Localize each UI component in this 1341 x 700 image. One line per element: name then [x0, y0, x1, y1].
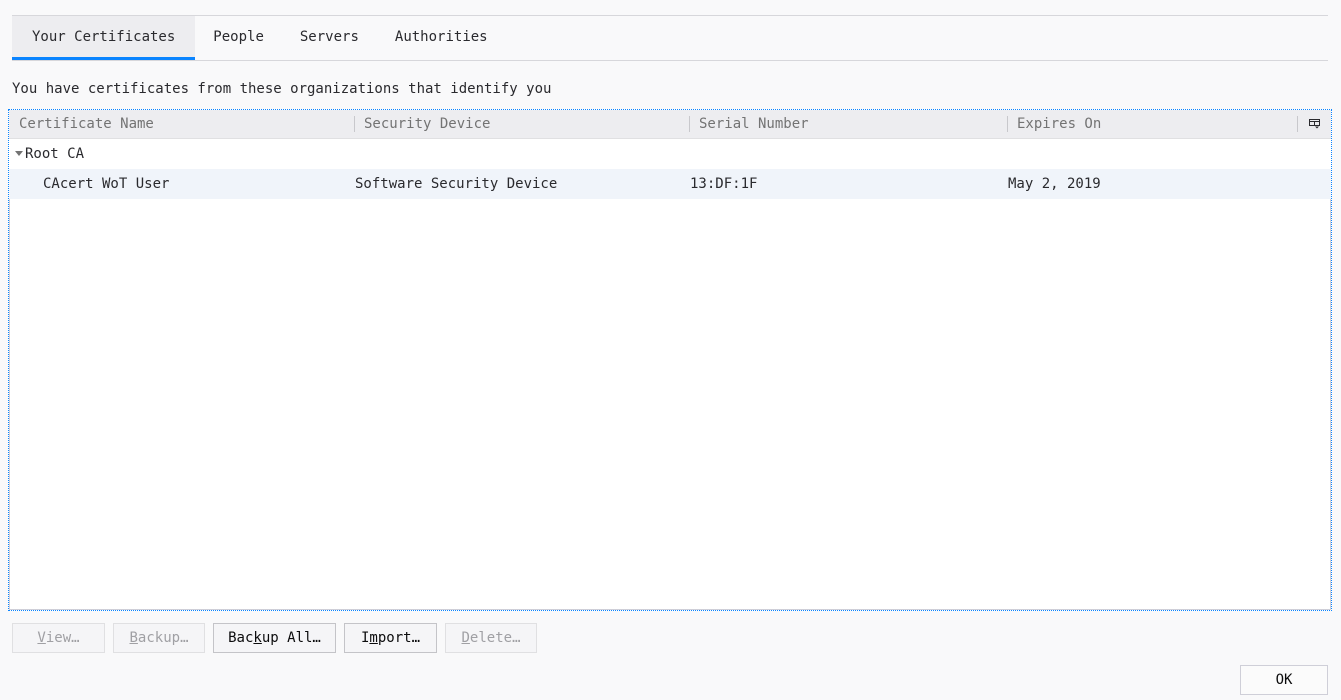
import-button[interactable]: Im port… — [344, 623, 437, 653]
delete-label-post: elete… — [469, 630, 521, 646]
cell-security-device: Software Security Device — [355, 176, 558, 192]
backup-all-accesskey: k — [253, 630, 262, 646]
group-label: Root CA — [25, 146, 85, 162]
column-picker-glyph — [1308, 119, 1320, 129]
column-header-certificate-name[interactable]: Certificate Name — [9, 110, 354, 138]
tab-your-certificates[interactable]: Your Certificates — [12, 16, 196, 60]
column-header-security-device[interactable]: Security Device — [354, 110, 689, 138]
cell-certificate-name: CAcert WoT User — [43, 176, 170, 192]
view-label-post: iew… — [45, 630, 80, 646]
tab-people[interactable]: People — [195, 16, 282, 60]
view-button[interactable]: View… — [12, 623, 105, 653]
import-label-post: port… — [377, 630, 421, 646]
tab-servers[interactable]: Servers — [282, 16, 377, 60]
backup-all-button[interactable]: Bac k up All… — [213, 623, 336, 653]
tab-bar: Your Certificates People Servers Authori… — [12, 16, 1328, 61]
cell-serial-number: 13:DF:1F — [690, 176, 758, 192]
delete-button[interactable]: Delete… — [445, 623, 537, 653]
ok-button[interactable]: OK — [1240, 665, 1328, 695]
tab-authorities[interactable]: Authorities — [377, 16, 506, 60]
cell-expires-on: May 2, 2019 — [1008, 176, 1101, 192]
delete-accesskey: D — [461, 630, 470, 646]
twisty-open-icon[interactable] — [15, 150, 23, 156]
backup-all-label-post: up All… — [261, 630, 321, 646]
tree-header: Certificate Name Security Device Serial … — [9, 110, 1331, 139]
backup-button[interactable]: Backup… — [113, 623, 205, 653]
view-accesskey: V — [37, 630, 46, 646]
import-accesskey: m — [369, 630, 378, 646]
group-cell: Root CA — [15, 139, 84, 169]
backup-label-post: ackup… — [137, 630, 189, 646]
column-header-serial-number[interactable]: Serial Number — [689, 110, 1007, 138]
column-header-expires-on[interactable]: Expires On — [1007, 110, 1297, 138]
backup-all-label-pre: Bac — [228, 630, 254, 646]
tree-group-row[interactable]: Root CA — [9, 139, 1331, 169]
import-label-pre: I — [360, 630, 370, 646]
intro-text: You have certificates from these organiz… — [12, 81, 552, 97]
certificate-tree[interactable]: Certificate Name Security Device Serial … — [8, 109, 1332, 611]
column-picker-icon[interactable] — [1297, 110, 1331, 138]
table-row[interactable]: CAcert WoT User Software Security Device… — [9, 169, 1331, 199]
backup-accesskey: B — [129, 630, 138, 646]
